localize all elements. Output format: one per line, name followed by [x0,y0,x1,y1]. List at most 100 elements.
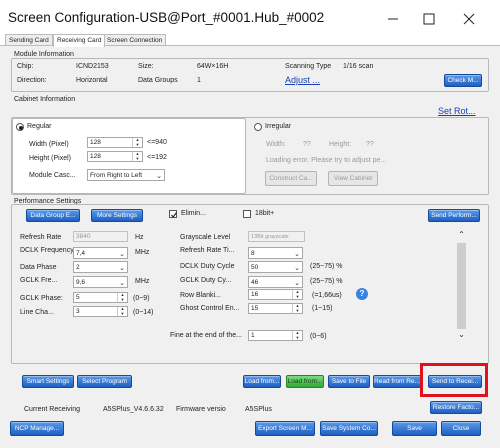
width-stepper[interactable]: 128 ▲ ▼ [87,137,143,148]
loading-error-text: Loading error. Please try to adjust pe..… [266,157,387,164]
restore-factory-button[interactable]: Restore Facto... [430,401,482,414]
export-screen-button[interactable]: Export Screen M... [255,421,315,436]
tab-receiving-card[interactable]: Receiving Card [53,34,106,47]
refresh-times-select[interactable]: 8 ⌄ [248,247,303,259]
irregular-radio[interactable] [254,123,262,131]
irregular-width-label: Width: [266,141,286,148]
chevron-down-icon: ⌄ [119,251,125,258]
width-value: 128 [90,139,101,146]
height-value: 128 [90,153,101,160]
view-cabinet-button[interactable]: View Cabinet [328,171,378,186]
eliminate-checkbox[interactable] [169,210,177,218]
height-stepper[interactable]: 128 ▲ ▼ [87,151,143,162]
height-label: Height (Pixel) [29,155,72,162]
save-system-button[interactable]: Save System Co... [320,421,378,436]
load-from-button-1[interactable]: Load from... [243,375,281,388]
close-icon[interactable] [462,12,476,26]
send-performance-button[interactable]: Send Perform... [428,209,480,222]
chip-value: ICND2153 [76,63,109,70]
row-blank-range: (=1,66us) [312,292,342,299]
spin-arrows-icon[interactable]: ▲ ▼ [292,331,302,340]
data-group-button[interactable]: Data Group E... [26,209,80,222]
irregular-label: Irregular [265,123,292,130]
line-change-value: 3 [76,308,80,315]
spin-arrows-icon[interactable]: ▲ ▼ [132,152,142,161]
direction-value: Horizontal [76,77,108,84]
performance-scrollbar[interactable]: ⌃ ⌄ [455,229,468,343]
width-limit: <=940 [147,139,167,146]
scan-label: Scanning Type [285,63,332,70]
spin-arrows-icon[interactable]: ▲ ▼ [117,293,127,302]
bit18-checkbox[interactable] [243,210,251,218]
close-button[interactable]: Close [441,421,481,436]
data-phase-select[interactable]: 2 ⌄ [73,261,128,273]
chevron-down-icon: ⌄ [294,280,300,287]
chevron-down-icon: ⌄ [119,265,125,272]
save-button[interactable]: Save [392,421,437,436]
scrollbar-thumb[interactable] [457,243,466,329]
regular-radio[interactable] [16,123,24,131]
row-blank-label: Row Blanki... [180,292,221,299]
help-icon[interactable]: ? [356,288,368,300]
scroll-up-icon[interactable]: ⌃ [455,229,468,241]
chip-label: Chip: [17,63,34,70]
size-label: Size: [138,63,154,70]
spin-arrows-icon[interactable]: ▲ ▼ [292,304,302,313]
construct-cabinet-button[interactable]: Construct Ca... [265,171,317,186]
save-to-file-button[interactable]: Save to File [328,375,370,388]
gclk-phase-label: GCLK Phase: [20,295,63,302]
spin-arrows-icon[interactable]: ▲ ▼ [132,138,142,147]
fine-stepper[interactable]: 1 ▲ ▼ [248,330,303,341]
ghost-range: (1~15) [312,305,333,312]
ncp-manage-button[interactable]: NCP Manage... [10,421,64,436]
gclk-freq-label: GCLK Fre... [20,277,58,284]
more-settings-button[interactable]: More Settings [91,209,143,222]
gclk-freq-select[interactable]: 9,6 ⌄ [73,276,128,288]
current-receiving-value: A5SPlus_V4.6.6.32 [103,406,164,413]
grayscale-label: Grayscale Level [180,234,231,241]
refresh-times-label: Refresh Rate Ti... [180,247,235,254]
ghost-stepper[interactable]: 15 ▲ ▼ [248,303,303,314]
cabinet-info-label: Cabinet Information [14,96,76,103]
dclk-value: 7,4 [76,250,86,257]
adjust-link[interactable]: Adjust ... [285,75,320,85]
height-limit: <=192 [147,154,167,161]
dclk-duty-label: DCLK Duty Cycle [180,263,235,270]
spin-arrows-icon[interactable]: ▲ ▼ [117,307,127,316]
fine-label: Fine at the end of the... [170,332,242,339]
refresh-rate-label: Refresh Rate [20,234,62,241]
line-change-label: Line Cha... [20,309,54,316]
maximize-icon[interactable] [422,12,436,26]
check-module-button[interactable]: Check M... [444,74,482,87]
load-from-button-2[interactable]: Load from... [286,375,324,388]
data-groups-value: 1 [197,77,201,84]
read-from-receiving-button[interactable]: Read from Re... [373,375,421,388]
current-receiving-label: Current Receiving [24,406,81,413]
firmware-label: Firmware versio [176,406,226,413]
set-rotation-link[interactable]: Set Rot... [438,106,476,116]
chevron-down-icon: ⌄ [119,280,125,287]
dclk-duty-value: 50 [251,264,259,271]
scroll-down-icon[interactable]: ⌄ [455,330,468,342]
irregular-width-value: ?? [303,141,311,148]
dclk-select[interactable]: 7,4 ⌄ [73,247,128,259]
smart-settings-button[interactable]: Smart Settings [22,375,74,388]
regular-label: Regular [27,123,52,130]
spin-arrows-icon[interactable]: ▲ ▼ [292,290,302,299]
width-label: Width (Pixel) [29,141,69,148]
minimize-icon[interactable] [386,12,400,26]
select-program-button[interactable]: Select Program [77,375,132,388]
cascade-select[interactable]: From Right to Left ⌄ [87,169,165,181]
title-bar: Screen Configuration-USB@Port_#0001.Hub_… [0,0,500,36]
send-to-receiving-button[interactable]: Send to Recei... [428,375,482,388]
irregular-height-value: ?? [366,141,374,148]
row-blank-stepper[interactable]: 16 ▲ ▼ [248,289,303,300]
gclk-duty-select[interactable]: 46 ⌄ [248,276,303,288]
refresh-rate-field[interactable]: 3840 [73,231,128,242]
gclk-phase-range: (0~9) [133,295,150,302]
grayscale-field[interactable]: 13Bit grayscale [248,231,305,242]
dclk-duty-select[interactable]: 50 ⌄ [248,261,303,273]
line-change-stepper[interactable]: 3 ▲ ▼ [73,306,128,317]
bit18-label: 18bit+ [255,210,275,217]
gclk-phase-stepper[interactable]: 5 ▲ ▼ [73,292,128,303]
